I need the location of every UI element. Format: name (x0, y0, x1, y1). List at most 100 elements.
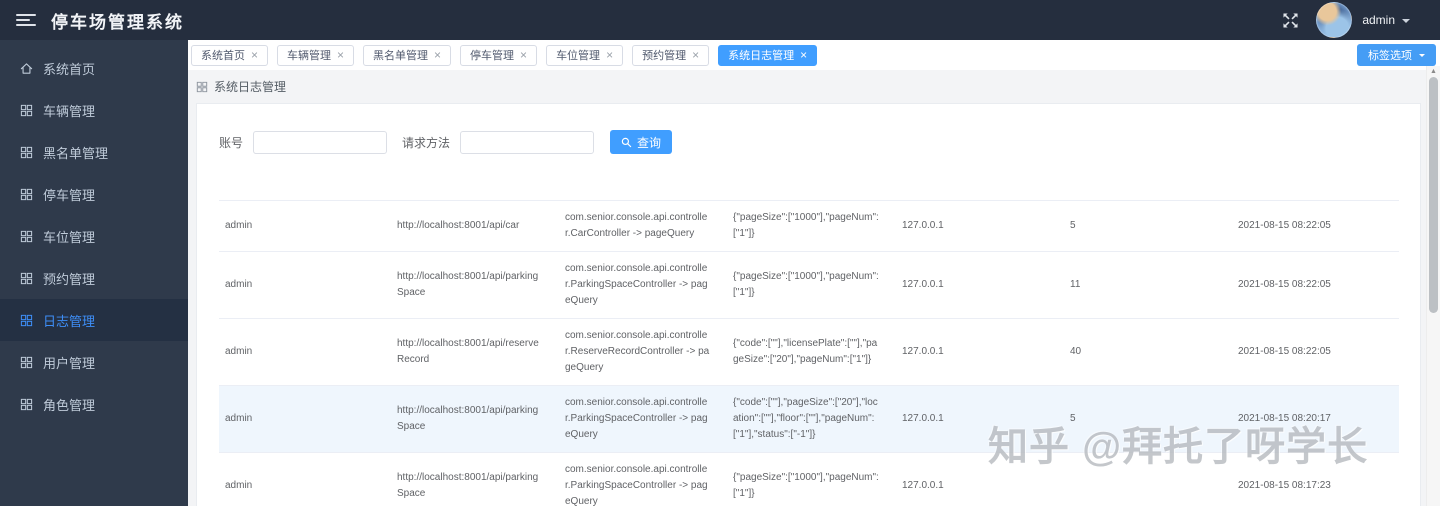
sidebar-item[interactable]: 车位管理 (0, 215, 188, 257)
table-row[interactable]: admin http://localhost:8001/api/reserveR… (219, 318, 1399, 386)
tab-label: 车辆管理 (287, 50, 332, 62)
tab-label: 停车管理 (470, 50, 515, 62)
search-icon (621, 137, 632, 147)
cell-account: admin (219, 452, 391, 506)
cell-request-params: {"code":[""],"pageSize":["20"],"location… (727, 385, 896, 453)
table-row[interactable]: admin http://localhost:8001/api/parkingS… (219, 251, 1399, 319)
close-icon[interactable]: × (251, 49, 258, 61)
username[interactable]: admin (1362, 13, 1395, 27)
sidebar-item[interactable]: 黑名单管理 (0, 131, 188, 173)
sidebar-item[interactable]: 车辆管理 (0, 89, 188, 131)
cell-request-params: {"pageSize":["1000"],"pageNum":["1"]} (727, 452, 896, 506)
tab[interactable]: 系统首页 × (191, 44, 269, 66)
close-icon[interactable]: × (606, 49, 613, 61)
sidebar-item-label: 停车管理 (43, 187, 96, 203)
cell-account: admin (219, 318, 391, 386)
topbar: 停车场管理系统 admin (0, 0, 1440, 40)
scrollbar-thumb[interactable] (1429, 77, 1438, 313)
cell-duration: 5 (1064, 200, 1232, 252)
cell-request-params: {"pageSize":["1000"],"pageNum":["1"]} (727, 251, 896, 319)
content-card: 账号 请求方法 查询 admin http://localhost:8001/a… (196, 103, 1421, 506)
scroll-up-arrow[interactable]: ▲ (1427, 67, 1440, 76)
method-input[interactable] (460, 130, 595, 154)
cell-created-time: 2021-08-15 08:22:05 (1232, 200, 1399, 252)
cell-duration: 5 (1064, 385, 1232, 453)
cell-created-time: 2021-08-15 08:22:05 (1232, 318, 1399, 386)
cell-request-ip: 127.0.0.1 (896, 452, 1064, 506)
cell-request-params: {"code":[""],"licensePlate":[""],"pageSi… (727, 318, 896, 386)
sidebar-item-label: 车辆管理 (43, 103, 96, 119)
tab-label: 系统日志管理 (728, 50, 795, 62)
cell-account: admin (219, 385, 391, 453)
tab[interactable]: 车辆管理 × (277, 44, 355, 66)
cell-request-url: http://localhost:8001/api/parkingSpace (391, 251, 559, 319)
cell-request-method: com.senior.console.api.controller.Parkin… (559, 452, 727, 506)
grid-icon (196, 81, 208, 93)
tag-options-label: 标签选项 (1368, 50, 1412, 62)
cell-request-method: com.senior.console.api.controller.Parkin… (559, 385, 727, 453)
grid-icon (20, 146, 33, 159)
tab[interactable]: 预约管理 × (632, 44, 710, 66)
cell-account: admin (219, 251, 391, 319)
account-input[interactable] (253, 130, 388, 154)
search-form: 账号 请求方法 查询 (219, 130, 1420, 154)
tab-label: 预约管理 (642, 50, 687, 62)
scrollbar[interactable]: ▲ (1426, 66, 1440, 506)
column-header (1232, 180, 1399, 201)
cell-request-ip: 127.0.0.1 (896, 318, 1064, 386)
chevron-down-icon[interactable] (1402, 18, 1410, 27)
close-icon[interactable]: × (800, 49, 807, 61)
topbar-right: admin (1281, 2, 1410, 38)
sidebar-item[interactable]: 用户管理 (0, 341, 188, 383)
cell-request-ip: 127.0.0.1 (896, 385, 1064, 453)
cell-duration: 11 (1064, 251, 1232, 319)
table-header-row (219, 180, 1399, 201)
close-icon[interactable]: × (520, 49, 527, 61)
cell-created-time: 2021-08-15 08:20:17 (1232, 385, 1399, 453)
tab[interactable]: 停车管理 × (460, 44, 538, 66)
tab[interactable]: 黑名单管理 × (363, 44, 452, 66)
table-row[interactable]: admin http://localhost:8001/api/car com.… (219, 200, 1399, 252)
avatar[interactable] (1316, 2, 1353, 38)
fullscreen-icon[interactable] (1281, 11, 1300, 30)
cell-request-params: {"pageSize":["1000"],"pageNum":["1"]} (727, 200, 896, 252)
cell-created-time: 2021-08-15 08:22:05 (1232, 251, 1399, 319)
cell-request-method: com.senior.console.api.controller.CarCon… (559, 200, 727, 252)
sidebar-item[interactable]: 预约管理 (0, 257, 188, 299)
menu-toggle-icon[interactable] (16, 11, 36, 29)
account-label: 账号 (219, 135, 244, 150)
sidebar-item-label: 角色管理 (43, 397, 96, 413)
sidebar-item-label: 日志管理 (43, 313, 96, 329)
table-row[interactable]: admin http://localhost:8001/api/parkingS… (219, 385, 1399, 453)
sidebar-item[interactable]: 角色管理 (0, 383, 188, 425)
tab-list: 系统首页 × 车辆管理 × 黑名单管理 × 停车管理 × 车位管理 × 预约管理… (191, 44, 826, 66)
cell-request-method: com.senior.console.api.controller.Parkin… (559, 251, 727, 319)
close-icon[interactable]: × (337, 49, 344, 61)
close-icon[interactable]: × (434, 49, 441, 61)
tab-label: 黑名单管理 (373, 50, 429, 62)
page-title: 系统日志管理 (214, 80, 287, 94)
app-title: 停车场管理系统 (51, 12, 184, 32)
cell-duration (1064, 452, 1232, 506)
tab[interactable]: 系统日志管理 × (718, 44, 818, 66)
tag-options-button[interactable]: 标签选项 (1357, 44, 1436, 66)
sidebar-item[interactable]: 停车管理 (0, 173, 188, 215)
cell-request-url: http://localhost:8001/api/parkingSpace (391, 385, 559, 453)
sidebar-item[interactable]: 系统首页 (0, 47, 188, 89)
home-icon (20, 62, 33, 75)
close-icon[interactable]: × (692, 49, 699, 61)
tab[interactable]: 车位管理 × (546, 44, 624, 66)
sidebar-item-label: 预约管理 (43, 271, 96, 287)
column-header (1064, 180, 1232, 201)
cell-created-time: 2021-08-15 08:17:23 (1232, 452, 1399, 506)
table-body: admin http://localhost:8001/api/car com.… (219, 200, 1399, 506)
breadcrumb: 系统日志管理 (188, 70, 1440, 103)
cell-request-method: com.senior.console.api.controller.Reserv… (559, 318, 727, 386)
cell-request-url: http://localhost:8001/api/reserveRecord (391, 318, 559, 386)
column-header (727, 180, 896, 201)
query-button[interactable]: 查询 (610, 130, 673, 154)
sidebar-item[interactable]: 日志管理 (0, 299, 188, 341)
sidebar: 系统首页 车辆管理 黑名单管理 停车管理 车位管理 预约管理 日志管理 用户管理… (0, 40, 188, 506)
table-row[interactable]: admin http://localhost:8001/api/parkingS… (219, 452, 1399, 506)
cell-request-url: http://localhost:8001/api/car (391, 200, 559, 252)
